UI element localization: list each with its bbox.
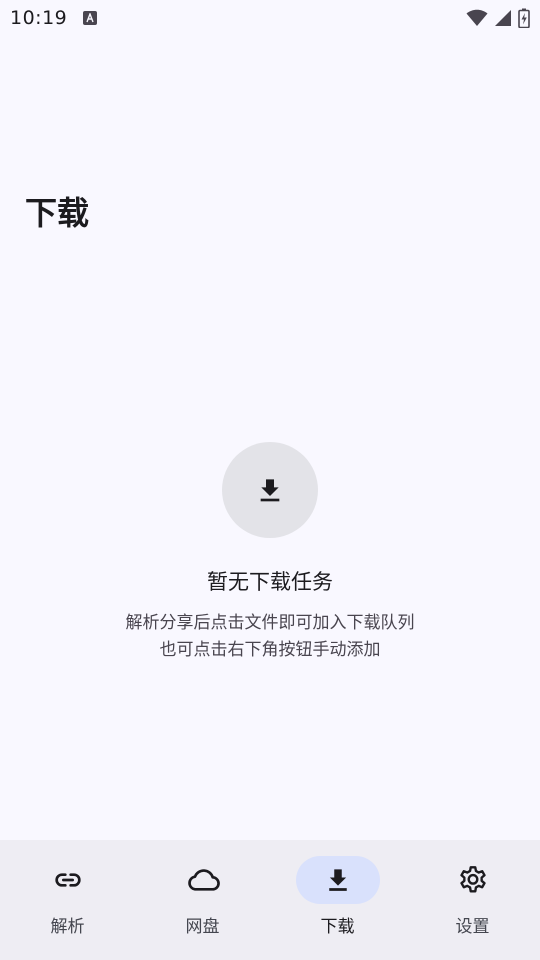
gear-icon [459,866,486,893]
empty-state-desc-line-1: 解析分享后点击文件即可加入下载队列 [125,613,415,633]
download-icon [328,869,347,891]
nav-label-download: 下载 [320,917,355,937]
status-left: 10:19 [10,7,98,29]
nav-item-download[interactable]: 下载 [270,840,405,960]
signal-icon [495,10,511,26]
empty-state-desc-line-2: 也可点击右下角按钮手动添加 [159,640,381,660]
download-screen: 10:19 下载 暂无下载任务 解析分享后点击文件即可加入下载队列 也可点击右下… [0,0,540,960]
link-icon [54,873,81,887]
nav-item-netdisk[interactable]: 网盘 [135,840,270,960]
nav-label-parse: 解析 [50,917,85,937]
nav-label-settings: 设置 [455,917,490,937]
download-icon [260,479,280,502]
nav-pill-parse [26,856,110,904]
wifi-icon [466,9,488,26]
page-title: 下载 [25,194,90,232]
bottom-navigation: 解析 网盘 下载 设置 [0,840,540,960]
nav-pill-download [295,856,380,904]
nav-pill-netdisk [161,856,245,904]
empty-state-icon-circle [222,442,318,538]
nav-item-parse[interactable]: 解析 [0,840,135,960]
nav-item-settings[interactable]: 设置 [405,840,540,960]
empty-state-title: 暂无下载任务 [207,570,333,594]
notification-a-icon [83,11,98,25]
status-right [466,8,530,28]
status-bar: 10:19 [0,0,540,36]
nav-pill-settings [431,856,515,904]
nav-label-netdisk: 网盘 [185,917,220,937]
status-time: 10:19 [10,7,68,29]
battery-charging-icon [518,8,530,28]
empty-state-description: 解析分享后点击文件即可加入下载队列 也可点击右下角按钮手动添加 [0,610,540,664]
cloud-icon [187,869,220,891]
